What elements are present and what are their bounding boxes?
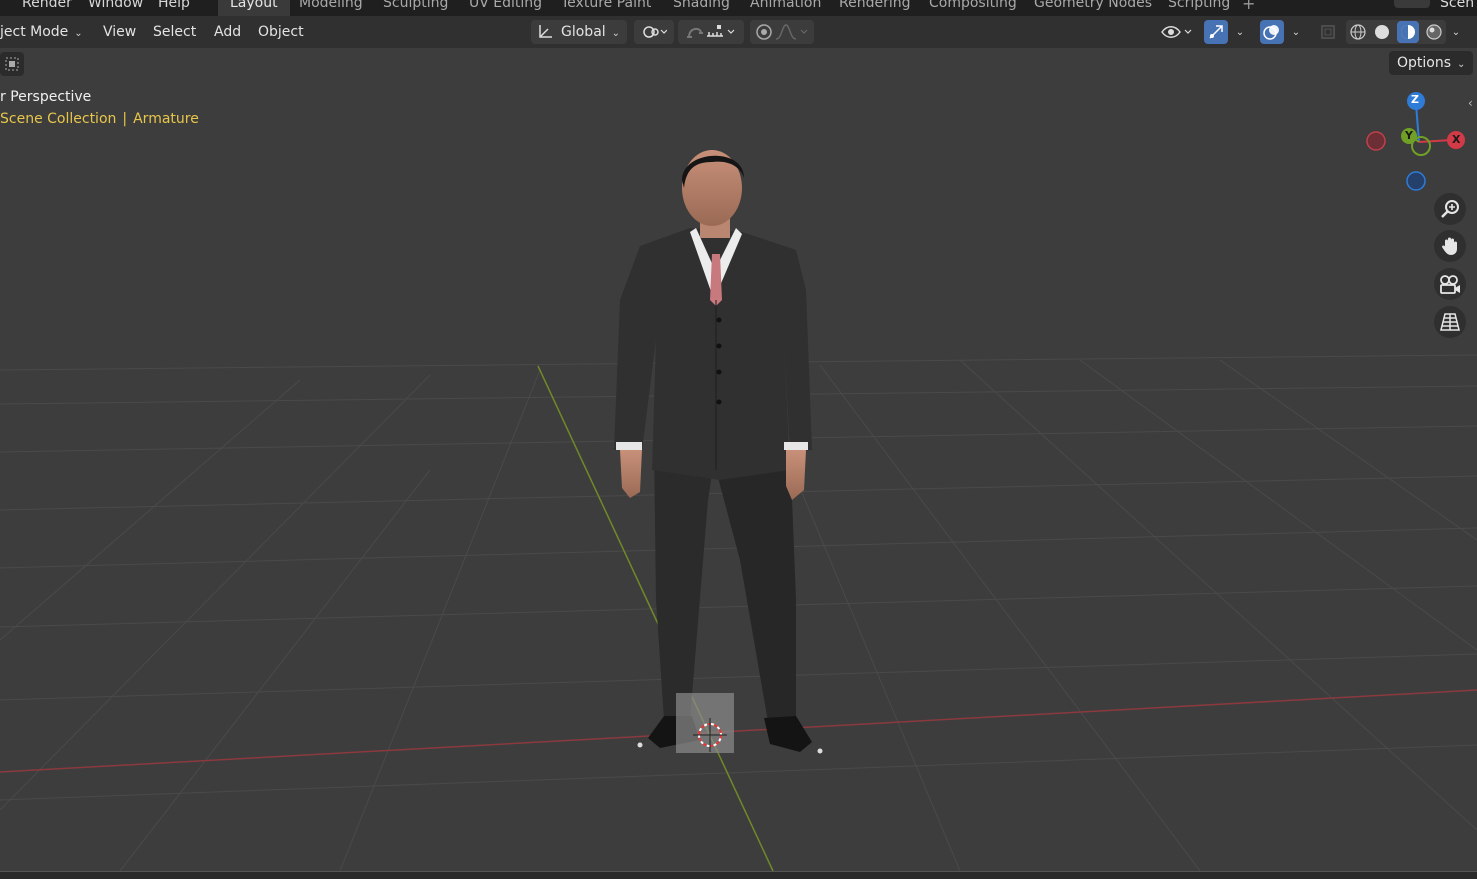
material-shading-icon (1401, 25, 1415, 39)
scene-selector-icon[interactable] (1394, 0, 1430, 8)
chevron-down-icon: ⌄ (74, 28, 83, 39)
visibility-dropdown[interactable] (1158, 20, 1196, 44)
tab-layout[interactable]: Layout (218, 0, 290, 16)
workspace-bar: Render Window Help Layout Modeling Sculp… (0, 0, 1477, 16)
overlay-icon (1263, 25, 1279, 40)
chevron-down-icon: ⌄ (1457, 59, 1466, 70)
tab-rendering[interactable]: Rendering (827, 0, 923, 16)
view-title: r Perspective (0, 89, 92, 105)
transform-orientation-label: Global (561, 24, 606, 40)
add-workspace-icon[interactable]: + (1242, 0, 1255, 13)
menu-object[interactable]: Object (258, 20, 304, 44)
gizmo-dropdown[interactable]: ⌄ (1230, 20, 1250, 44)
pivot-icon (643, 26, 667, 38)
viewport-scene (0, 92, 1477, 871)
gizmo-z-label[interactable]: Z (1411, 93, 1419, 106)
pivot-point-button[interactable] (634, 20, 674, 44)
chevron-down-icon: ⌄ (1451, 26, 1461, 38)
menu-render[interactable]: Render (22, 0, 72, 11)
tab-compositing[interactable]: Compositing (917, 0, 1029, 16)
chevron-down-icon: ⌄ (1235, 26, 1245, 38)
select-box-tool[interactable] (0, 52, 24, 76)
active-object-name: Armature (133, 111, 199, 127)
zoom-icon (1441, 200, 1459, 218)
3d-viewport[interactable]: Z Y X r Perspective Scene Collection | Arm… (0, 48, 1477, 871)
proportional-edit-group[interactable] (750, 20, 814, 44)
zoom-button[interactable] (1434, 193, 1466, 225)
options-dropdown[interactable]: Options ⌄ (1389, 51, 1474, 75)
menu-view[interactable]: View (103, 20, 136, 44)
viewport-header: ject Mode ⌄ View Select Add Object Global… (0, 16, 1477, 48)
collection-breadcrumb: Scene Collection | Armature (0, 111, 199, 127)
select-box-icon (5, 57, 19, 71)
solid-shading-icon[interactable] (1373, 23, 1391, 41)
gizmo-y-label[interactable]: Y (1405, 129, 1413, 142)
gizmo-toggle[interactable] (1204, 20, 1228, 44)
menu-window[interactable]: Window (88, 0, 143, 11)
menu-select[interactable]: Select (153, 20, 196, 44)
x-axis-line (0, 689, 1477, 773)
collection-name: Scene Collection (0, 111, 117, 127)
xray-toggle[interactable] (1316, 20, 1340, 44)
menu-add[interactable]: Add (214, 20, 241, 44)
navigation-gizmo[interactable] (1366, 92, 1465, 191)
visibility-icon (1161, 26, 1192, 38)
proportional-edit-icon (756, 24, 772, 40)
shading-group[interactable] (1346, 20, 1446, 44)
camera-view-button[interactable] (1434, 268, 1466, 300)
snap-group[interactable] (678, 20, 744, 44)
character-model[interactable] (614, 150, 812, 752)
tab-geometry-nodes[interactable]: Geometry Nodes (1022, 0, 1164, 16)
camera-icon (1440, 275, 1460, 294)
scene-label[interactable]: Scen (1440, 0, 1474, 11)
material-shading-button[interactable] (1397, 21, 1419, 43)
tab-shading[interactable]: Shading (661, 0, 742, 16)
perspective-toggle-button[interactable] (1434, 306, 1466, 338)
tab-scripting[interactable]: Scripting (1156, 0, 1242, 16)
breadcrumb-separator: | (122, 111, 128, 127)
status-bar (0, 871, 1477, 879)
overlay-toggle[interactable] (1260, 20, 1284, 44)
rendered-shading-icon[interactable] (1425, 23, 1443, 41)
tab-sculpting[interactable]: Sculpting (371, 0, 460, 16)
shading-dropdown[interactable]: ⌄ (1448, 20, 1464, 44)
pan-hand-icon (1442, 237, 1457, 255)
transform-orientation-icon (539, 25, 552, 38)
pan-button[interactable] (1434, 230, 1466, 262)
chevron-down-icon: ⌄ (611, 28, 621, 39)
transform-orientation-dropdown[interactable]: Global ⌄ (531, 20, 627, 44)
chevron-down-icon: ⌄ (1291, 26, 1301, 38)
tab-animation[interactable]: Animation (738, 0, 833, 16)
falloff-icon (775, 24, 808, 40)
mode-dropdown[interactable]: ject Mode ⌄ (0, 20, 89, 44)
menu-help[interactable]: Help (158, 0, 190, 11)
xray-icon (1321, 25, 1335, 39)
snap-increment-icon (707, 25, 735, 37)
blender-window: Render Window Help Layout Modeling Sculp… (0, 0, 1477, 879)
perspective-grid-icon (1440, 313, 1460, 331)
gizmo-x-label[interactable]: X (1452, 133, 1460, 146)
tab-uv-editing[interactable]: UV Editing (457, 0, 554, 16)
snap-icon (687, 27, 703, 38)
tab-texture-paint[interactable]: Texture Paint (549, 0, 663, 16)
gizmo-icon (1209, 25, 1223, 39)
wireframe-shading-icon[interactable] (1349, 23, 1367, 41)
overlay-dropdown[interactable]: ⌄ (1286, 20, 1306, 44)
tab-modeling[interactable]: Modeling (287, 0, 375, 16)
options-label: Options (1397, 55, 1452, 71)
sidebar-toggle-icon[interactable]: ‹ (1468, 96, 1473, 110)
mode-label: ject Mode (0, 24, 69, 40)
